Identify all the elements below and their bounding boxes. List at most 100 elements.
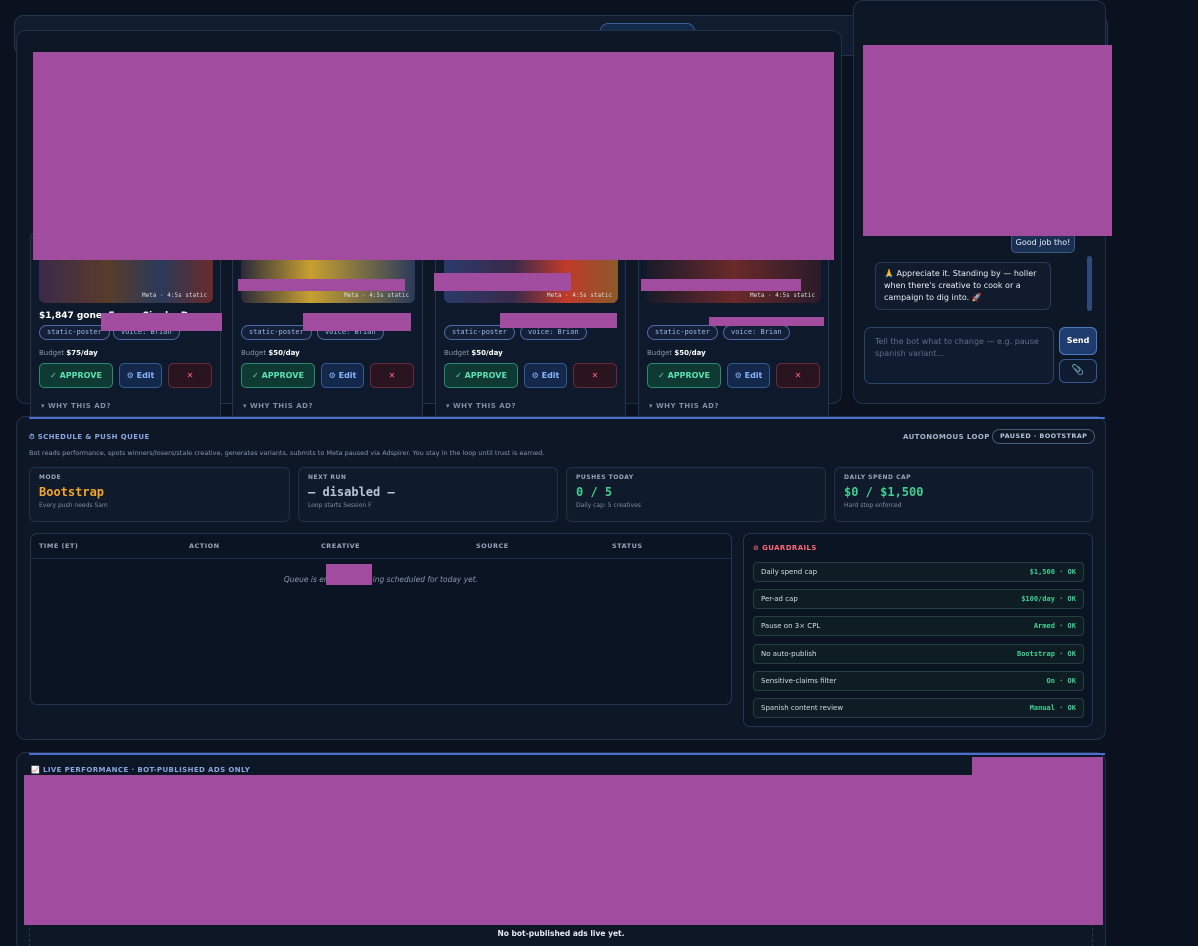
guardrail-name: Pause on 3× CPL bbox=[761, 622, 821, 630]
guardrails-title: ⊘ GUARDRAILS bbox=[753, 544, 817, 552]
approve-button[interactable]: ✓ APPROVE bbox=[241, 363, 315, 388]
guardrail-name: No auto-publish bbox=[761, 650, 817, 658]
approve-button[interactable]: ✓ APPROVE bbox=[39, 363, 113, 388]
guardrail-name: Per-ad cap bbox=[761, 595, 798, 603]
attach-icon[interactable]: 📎 bbox=[1059, 359, 1097, 383]
guardrail-row: Per-ad cap $100/day · OK bbox=[753, 589, 1084, 609]
col-time: TIME (ET) bbox=[39, 542, 79, 550]
schedule-subtitle: Bot reads performance, spots winners/los… bbox=[29, 449, 545, 457]
edit-button[interactable]: ⚙ Edit bbox=[119, 363, 162, 388]
chat-input[interactable]: Tell the bot what to change — e.g. pause… bbox=[864, 327, 1054, 384]
redacted-block bbox=[238, 279, 405, 291]
thumb-tag: Meta · 4:5s static bbox=[546, 292, 612, 299]
chip-format: static-poster bbox=[241, 325, 312, 340]
budget-label: Budget bbox=[241, 349, 267, 357]
col-creative: CREATIVE bbox=[321, 542, 361, 550]
autonomous-loop-label: AUTONOMOUS LOOP bbox=[903, 433, 990, 441]
reject-button[interactable]: ✕ bbox=[370, 363, 414, 388]
stat-value: Bootstrap bbox=[39, 485, 105, 499]
chip-format: static-poster bbox=[39, 325, 110, 340]
chat-scrollbar[interactable] bbox=[1087, 256, 1092, 311]
ad-budget: Budget $50/day bbox=[444, 349, 503, 357]
why-this-ad-toggle[interactable]: ▾ WHY THIS AD? bbox=[446, 402, 516, 410]
approve-button[interactable]: ✓ APPROVE bbox=[647, 363, 721, 388]
redacted-block bbox=[303, 313, 411, 331]
stat-label: DAILY SPEND CAP bbox=[844, 474, 912, 481]
reject-button[interactable]: ✕ bbox=[776, 363, 820, 388]
guardrail-value: On · OK bbox=[1046, 677, 1076, 685]
col-action: ACTION bbox=[189, 542, 220, 550]
redacted-block bbox=[500, 313, 617, 328]
stat-value: — disabled — bbox=[308, 485, 395, 499]
col-status: STATUS bbox=[612, 542, 643, 550]
push-queue-table: TIME (ET) ACTION CREATIVE SOURCE STATUS … bbox=[30, 533, 732, 705]
stat-sub: Every push needs Sam bbox=[39, 502, 108, 509]
reject-button[interactable]: ✕ bbox=[168, 363, 212, 388]
why-this-ad-toggle[interactable]: ▾ WHY THIS AD? bbox=[243, 402, 313, 410]
guardrail-name: Spanish content review bbox=[761, 704, 844, 712]
stat-daily-spend-cap: DAILY SPEND CAP $0 / $1,500 Hard stop en… bbox=[834, 467, 1093, 522]
stat-label: MODE bbox=[39, 474, 62, 481]
guardrail-row: Spanish content review Manual · OK bbox=[753, 698, 1084, 718]
budget-value: $50/day bbox=[674, 349, 706, 357]
divider bbox=[31, 558, 731, 559]
stat-value: 0 / 5 bbox=[576, 485, 613, 499]
stat-pushes-today: PUSHES TODAY 0 / 5 Daily cap: 5 creative… bbox=[566, 467, 826, 522]
live-title: 📈 LIVE PERFORMANCE · BOT-PUBLISHED ADS O… bbox=[31, 766, 251, 774]
panel-accent bbox=[29, 417, 1105, 419]
panel-accent bbox=[29, 753, 1105, 755]
schedule-title: ⏱ SCHEDULE & PUSH QUEUE bbox=[29, 433, 150, 441]
guardrail-row: No auto-publish Bootstrap · OK bbox=[753, 644, 1084, 664]
send-button[interactable]: Send bbox=[1059, 327, 1097, 355]
stat-label: PUSHES TODAY bbox=[576, 474, 634, 481]
redacted-block bbox=[434, 273, 571, 291]
edit-button[interactable]: ⚙ Edit bbox=[321, 363, 364, 388]
chip-format: static-poster bbox=[647, 325, 718, 340]
why-this-ad-toggle[interactable]: ▾ WHY THIS AD? bbox=[649, 402, 719, 410]
stat-label: NEXT RUN bbox=[308, 474, 347, 481]
ad-budget: Budget $50/day bbox=[241, 349, 300, 357]
stat-sub: Daily cap: 5 creatives bbox=[576, 502, 641, 509]
redacted-block bbox=[33, 52, 834, 260]
redacted-block bbox=[972, 757, 1103, 775]
guardrail-value: Armed · OK bbox=[1033, 622, 1076, 630]
reject-button[interactable]: ✕ bbox=[573, 363, 617, 388]
redacted-block bbox=[101, 313, 222, 331]
edit-button[interactable]: ⚙ Edit bbox=[524, 363, 567, 388]
guardrail-row: Daily spend cap $1,500 · OK bbox=[753, 562, 1084, 582]
guardrails-panel: ⊘ GUARDRAILS Daily spend cap $1,500 · OK… bbox=[743, 533, 1093, 727]
stat-sub: Loop starts Session F bbox=[308, 502, 372, 509]
redacted-block bbox=[863, 45, 1112, 236]
queue-empty-message: Queue is empty — nothing scheduled for t… bbox=[283, 575, 479, 584]
stat-sub: Hard stop enforced bbox=[844, 502, 902, 509]
stat-value: $0 / $1,500 bbox=[844, 485, 924, 499]
chip-voice: voice: Brian bbox=[723, 325, 790, 340]
budget-label: Budget bbox=[39, 349, 65, 357]
guardrail-value: Bootstrap · OK bbox=[1016, 650, 1076, 658]
schedule-panel: ⏱ SCHEDULE & PUSH QUEUE Bot reads perfor… bbox=[16, 416, 1106, 740]
budget-label: Budget bbox=[647, 349, 673, 357]
user-message: Good job tho! bbox=[1011, 233, 1075, 253]
ad-budget: Budget $50/day bbox=[647, 349, 706, 357]
thumb-tag: Meta · 4:5s static bbox=[141, 292, 207, 299]
guardrail-value: $100/day · OK bbox=[1021, 595, 1076, 603]
why-this-ad-toggle[interactable]: ▾ WHY THIS AD? bbox=[41, 402, 111, 410]
autonomous-status-badge[interactable]: PAUSED · BOOTSTRAP bbox=[992, 429, 1096, 444]
guardrail-value: $1,500 · OK bbox=[1029, 568, 1076, 576]
budget-value: $75/day bbox=[66, 349, 98, 357]
thumb-tag: Meta · 4:5s static bbox=[749, 292, 815, 299]
col-source: SOURCE bbox=[476, 542, 509, 550]
stat-mode: MODE Bootstrap Every push needs Sam bbox=[29, 467, 290, 522]
budget-value: $50/day bbox=[268, 349, 300, 357]
live-empty-message: No bot-published ads live yet. bbox=[497, 929, 625, 938]
redacted-block bbox=[24, 775, 1103, 925]
redacted-block bbox=[641, 279, 801, 291]
guardrail-name: Daily spend cap bbox=[761, 568, 818, 576]
approve-button[interactable]: ✓ APPROVE bbox=[444, 363, 518, 388]
edit-button[interactable]: ⚙ Edit bbox=[727, 363, 770, 388]
budget-value: $50/day bbox=[471, 349, 503, 357]
stat-next-run: NEXT RUN — disabled — Loop starts Sessio… bbox=[298, 467, 558, 522]
redacted-block bbox=[709, 317, 824, 326]
guardrail-row: Pause on 3× CPL Armed · OK bbox=[753, 616, 1084, 636]
thumb-tag: Meta · 4:5s static bbox=[343, 292, 409, 299]
